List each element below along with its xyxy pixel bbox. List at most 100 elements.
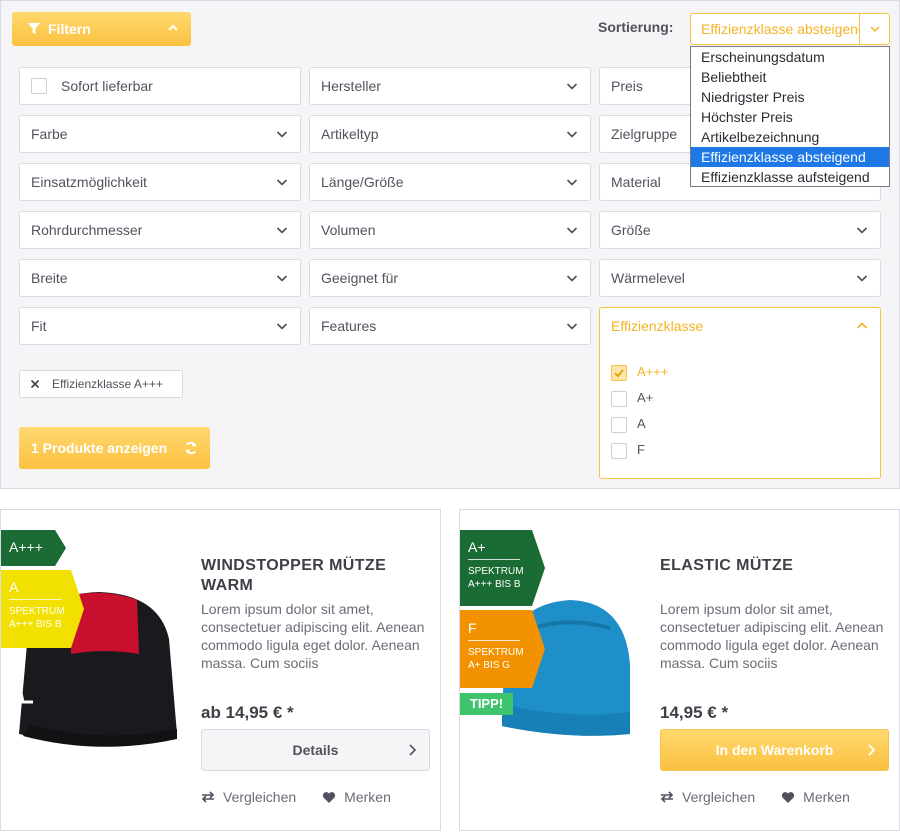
effizienz-checkbox-checked[interactable] xyxy=(611,364,627,381)
close-icon[interactable] xyxy=(30,379,40,389)
spectrum-label: SPEKTRUM xyxy=(468,647,524,658)
filter-label: Preis xyxy=(611,78,643,94)
tipp-badge: TIPP! xyxy=(460,693,513,715)
spectrum-range: A+ BIS G xyxy=(468,660,510,671)
effizienz-checkbox[interactable] xyxy=(611,416,627,433)
compare-link[interactable]: Vergleichen xyxy=(660,789,755,805)
active-filter-chip[interactable]: Effizienzklasse A+++ xyxy=(19,370,183,398)
filter-rohrdurchmesser[interactable]: Rohrdurchmesser xyxy=(19,211,301,249)
effizienz-option-label: A+++ xyxy=(637,364,669,379)
chevron-down-icon xyxy=(566,131,578,138)
chevron-down-icon xyxy=(276,275,288,282)
product-actions: Vergleichen Merken xyxy=(660,789,876,805)
chevron-up-icon xyxy=(168,24,178,31)
details-button[interactable]: Details xyxy=(201,729,430,771)
effizienzklasse-toggle[interactable]: Effizienzklasse xyxy=(611,318,703,334)
filter-hersteller[interactable]: Hersteller xyxy=(309,67,591,105)
chevron-down-icon xyxy=(566,179,578,186)
badge-divider xyxy=(468,559,520,560)
add-to-cart-button[interactable]: In den Warenkorb xyxy=(660,729,889,771)
filter-toggle-label: Filtern xyxy=(48,21,91,37)
filter-fit[interactable]: Fit xyxy=(19,307,301,345)
sort-dropdown-toggle[interactable] xyxy=(859,14,889,44)
effizienz-option-label: A xyxy=(637,416,646,431)
chevron-down-icon xyxy=(566,323,578,330)
filter-volumen[interactable]: Volumen xyxy=(309,211,591,249)
spectrum-label: SPEKTRUM xyxy=(9,606,65,617)
chevron-down-icon xyxy=(566,275,578,282)
chevron-down-icon xyxy=(869,26,880,33)
remember-link[interactable]: Merken xyxy=(322,789,391,805)
filter-groesse[interactable]: Größe xyxy=(599,211,881,249)
product-description: Lorem ipsum dolor sit amet, consectetuer… xyxy=(660,601,884,671)
energy-class-label: A+ xyxy=(468,539,486,555)
filter-label: Einsatzmöglichkeit xyxy=(31,174,147,190)
sofort-lieferbar-checkbox[interactable] xyxy=(31,78,47,94)
filter-features[interactable]: Features xyxy=(309,307,591,345)
sort-select[interactable]: Effizienzklasse absteigend xyxy=(690,13,890,45)
chevron-right-icon xyxy=(409,744,417,756)
compare-label: Vergleichen xyxy=(682,789,756,805)
filter-farbe[interactable]: Farbe xyxy=(19,115,301,153)
compare-icon xyxy=(660,791,674,803)
product-price: 14,95 € * xyxy=(660,703,729,722)
filter-waermelevel[interactable]: Wärmelevel xyxy=(599,259,881,297)
product-title[interactable]: ELASTIC MÜTZE xyxy=(660,556,880,576)
filter-effizienzklasse-panel: Effizienzklasse A+++ A+ A F xyxy=(599,307,881,479)
sort-option[interactable]: Höchster Preis xyxy=(691,107,889,127)
filter-artikeltyp[interactable]: Artikeltyp xyxy=(309,115,591,153)
filter-label: Breite xyxy=(31,270,68,286)
filter-panel: Filtern Sortierung: Effizienzklasse abst… xyxy=(0,0,900,489)
show-products-button[interactable]: 1 Produkte anzeigen xyxy=(19,427,210,469)
sort-option-selected[interactable]: Effizienzklasse absteigend xyxy=(691,147,889,167)
filter-sofort-lieferbar[interactable]: Sofort lieferbar xyxy=(19,67,301,105)
filter-label: Geeignet für xyxy=(321,270,399,286)
chevron-down-icon xyxy=(856,227,868,234)
compare-label: Vergleichen xyxy=(223,789,297,805)
filter-laenge-groesse[interactable]: Länge/Größe xyxy=(309,163,591,201)
effizienz-option-a-plus[interactable]: A+ xyxy=(611,390,653,407)
energy-spectrum-class: A xyxy=(9,579,19,595)
compare-link[interactable]: Vergleichen xyxy=(201,789,296,805)
refresh-icon xyxy=(185,441,197,455)
filter-label: Hersteller xyxy=(321,78,381,94)
filter-label: Volumen xyxy=(321,222,376,238)
filter-label: Fit xyxy=(31,318,47,334)
effizienz-checkbox[interactable] xyxy=(611,390,627,407)
filter-einsatzmoeglichkeit[interactable]: Einsatzmöglichkeit xyxy=(19,163,301,201)
filter-toggle-button[interactable]: Filtern xyxy=(12,12,191,46)
filter-breite[interactable]: Breite xyxy=(19,259,301,297)
product-title[interactable]: WINDSTOPPER MÜTZE WARM xyxy=(201,556,421,596)
funnel-icon xyxy=(28,23,40,34)
sort-option[interactable]: Beliebtheit xyxy=(691,67,889,87)
effizienz-option-label: A+ xyxy=(637,390,654,405)
sort-option[interactable]: Artikelbezeichnung xyxy=(691,127,889,147)
chevron-down-icon xyxy=(566,83,578,90)
filter-label: Zielgruppe xyxy=(611,126,678,142)
effizienz-option-f[interactable]: F xyxy=(611,442,645,459)
sort-value: Effizienzklasse absteigend xyxy=(701,21,866,37)
spectrum-range: A+++ BIS B xyxy=(9,619,62,630)
filter-label: Länge/Größe xyxy=(321,174,404,190)
remember-link[interactable]: Merken xyxy=(781,789,850,805)
checkmark-icon xyxy=(614,368,624,378)
spectrum-label: SPEKTRUM xyxy=(468,566,524,577)
sort-option[interactable]: Erscheinungsdatum xyxy=(691,47,889,67)
filter-label: Material xyxy=(611,174,661,190)
filter-geeignet-fuer[interactable]: Geeignet für xyxy=(309,259,591,297)
chevron-down-icon xyxy=(566,227,578,234)
effizienz-checkbox[interactable] xyxy=(611,442,627,459)
product-actions: Vergleichen Merken xyxy=(201,789,417,805)
show-products-label: 1 Produkte anzeigen xyxy=(31,440,168,456)
effizienz-option-a[interactable]: A xyxy=(611,416,646,433)
spectrum-range: A+++ BIS B xyxy=(468,579,521,590)
filter-label: Features xyxy=(321,318,377,334)
filter-label: Farbe xyxy=(31,126,68,142)
effizienz-option-a3plus[interactable]: A+++ xyxy=(611,364,668,381)
chevron-down-icon xyxy=(856,275,868,282)
sort-option[interactable]: Niedrigster Preis xyxy=(691,87,889,107)
sort-dropdown-menu: Erscheinungsdatum Beliebtheit Niedrigste… xyxy=(690,46,890,187)
sort-option[interactable]: Effizienzklasse aufsteigend xyxy=(691,167,889,187)
chevron-down-icon xyxy=(276,131,288,138)
chevron-up-icon[interactable] xyxy=(856,320,868,332)
